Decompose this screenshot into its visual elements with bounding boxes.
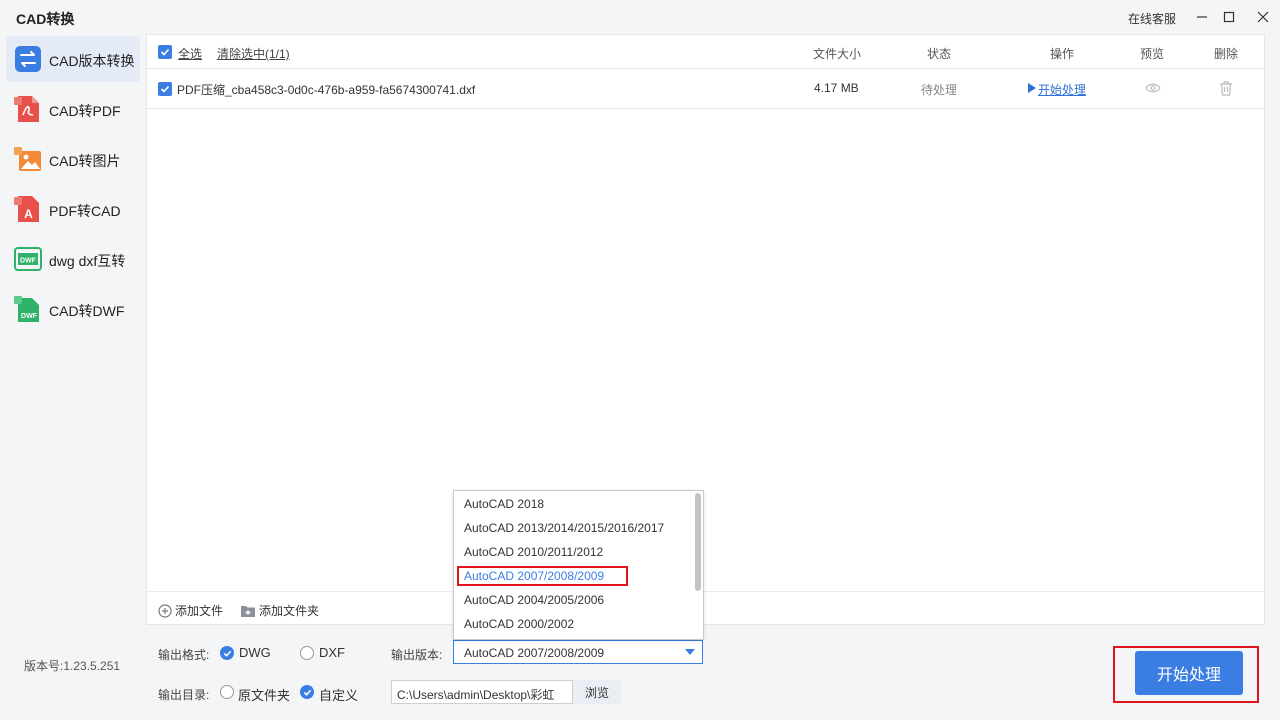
table-row: PDF压缩_cba458c3-0d0c-476b-a959-fa56743007… (147, 69, 1264, 109)
column-preview: 预览 (1140, 47, 1165, 61)
version-number: 版本号:1.23.5.251 (24, 659, 121, 673)
version-option[interactable]: AutoCAD 2013/2014/2015/2016/2017 (464, 521, 664, 535)
delete-button[interactable] (1219, 81, 1233, 99)
trash-icon (1220, 81, 1232, 96)
format-dxf-radio[interactable] (300, 646, 314, 660)
panel-footer: 添加文件 添加文件夹 (147, 591, 1264, 624)
column-action: 操作 (1050, 47, 1075, 61)
table-header: 全选 清除选中(1/1) 文件大小 状态 操作 预览 删除 (147, 35, 1264, 69)
preview-button[interactable] (1145, 82, 1161, 97)
play-icon (1028, 82, 1036, 96)
start-process-link[interactable]: 开始处理 (1038, 81, 1086, 98)
sidebar-item-dwg-dxf[interactable]: DWF dwg dxf互转 (6, 236, 140, 282)
file-size: 4.17 MB (814, 81, 859, 95)
dir-custom-radio[interactable] (300, 685, 314, 699)
add-file-label: 添加文件 (175, 604, 224, 618)
sidebar-item-label: CAD转DWF (49, 303, 125, 319)
dir-original-label[interactable]: 原文件夹 (238, 685, 290, 704)
dwg-icon: DWF (14, 247, 42, 271)
sidebar-item-label: PDF转CAD (49, 203, 121, 219)
output-dir-label: 输出目录: (158, 688, 210, 702)
online-service-link[interactable]: 在线客服 (1128, 10, 1176, 27)
sidebar-item-label: CAD转图片 (49, 153, 121, 169)
check-icon (303, 689, 311, 696)
format-dwg-radio[interactable] (220, 646, 234, 660)
sidebar-item-label: dwg dxf互转 (49, 253, 126, 269)
version-option[interactable]: AutoCAD 2004/2005/2006 (464, 593, 604, 607)
app-title: CAD转换 (16, 11, 75, 27)
sidebar-item-version-convert[interactable]: CAD版本转换 (6, 36, 140, 82)
sidebar-item-cad-to-pdf[interactable]: CAD转PDF (6, 86, 140, 132)
title-bar: CAD转换 在线客服 (0, 0, 1280, 34)
sidebar-item-cad-to-dwf[interactable]: DWF CAD转DWF (6, 286, 140, 332)
caret-down-icon (685, 649, 695, 655)
version-select[interactable]: AutoCAD 2007/2008/2009 (453, 640, 703, 664)
version-option[interactable]: AutoCAD 2018 (464, 497, 544, 511)
version-option-selected[interactable]: AutoCAD 2007/2008/2009 (464, 569, 604, 583)
add-folder-button[interactable]: 添加文件夹 (240, 602, 319, 619)
maximize-icon (1223, 11, 1235, 23)
pdf-to-cad-icon: A (14, 196, 39, 222)
add-file-button[interactable]: 添加文件 (158, 602, 223, 619)
format-dwg-label[interactable]: DWG (239, 645, 271, 660)
dwf-icon: DWF (14, 296, 39, 322)
minimize-button[interactable] (1190, 6, 1214, 28)
version-convert-icon (15, 46, 41, 72)
folder-plus-icon (241, 605, 255, 617)
sidebar-item-cad-to-image[interactable]: CAD转图片 (6, 136, 140, 182)
plus-circle-icon (158, 603, 172, 618)
app-window: CAD转换 在线客服 CAD版本转换 CAD转PDF CAD转图片 A PDF转… (0, 0, 1280, 720)
sidebar: CAD版本转换 CAD转PDF CAD转图片 A PDF转CAD DWF dwg… (0, 34, 146, 720)
column-size: 文件大小 (813, 47, 862, 61)
sidebar-item-label: CAD版本转换 (49, 53, 135, 69)
check-icon (160, 48, 170, 56)
svg-text:DWF: DWF (20, 258, 37, 265)
version-select-value: AutoCAD 2007/2008/2009 (464, 646, 605, 660)
format-dxf-label[interactable]: DXF (319, 645, 345, 660)
dir-custom-label[interactable]: 自定义 (319, 685, 358, 704)
output-version-label: 输出版本: (391, 648, 443, 662)
start-process-button[interactable]: 开始处理 (1135, 651, 1243, 695)
output-format-label: 输出格式: (158, 648, 210, 662)
version-option[interactable]: AutoCAD 2010/2011/2012 (464, 545, 603, 559)
pdf-icon (14, 96, 39, 122)
close-button[interactable] (1251, 6, 1275, 28)
row-checkbox[interactable] (158, 82, 172, 96)
output-path-field[interactable]: C:\Users\admin\Desktop\彩虹 (391, 680, 573, 704)
browse-button[interactable]: 浏览 (573, 680, 621, 704)
svg-text:A: A (24, 207, 33, 221)
image-icon (14, 147, 41, 171)
file-list-panel: 全选 清除选中(1/1) 文件大小 状态 操作 预览 删除 PDF压缩_cba4… (146, 34, 1265, 625)
add-folder-label: 添加文件夹 (259, 604, 320, 618)
check-icon (160, 85, 170, 93)
column-status: 状态 (927, 47, 952, 61)
column-delete: 删除 (1214, 47, 1239, 61)
version-option[interactable]: AutoCAD 2000/2002 (464, 617, 574, 631)
file-name: PDF压缩_cba458c3-0d0c-476b-a959-fa56743007… (177, 83, 476, 97)
maximize-button[interactable] (1217, 6, 1241, 28)
svg-text:DWF: DWF (21, 313, 38, 320)
file-status: 待处理 (921, 83, 958, 97)
dropdown-scrollbar[interactable] (695, 493, 701, 591)
sidebar-item-label: CAD转PDF (49, 103, 121, 119)
eye-icon (1145, 83, 1161, 93)
close-icon (1257, 11, 1269, 23)
minimize-icon (1197, 16, 1207, 18)
select-all-checkbox[interactable] (158, 45, 172, 59)
sidebar-item-pdf-to-cad[interactable]: A PDF转CAD (6, 186, 140, 232)
clear-selected-link[interactable]: 清除选中(1/1) (217, 45, 290, 62)
check-icon (223, 650, 231, 657)
select-all-link[interactable]: 全选 (178, 45, 202, 62)
version-dropdown: AutoCAD 2018 AutoCAD 2013/2014/2015/2016… (453, 490, 704, 640)
dir-original-radio[interactable] (220, 685, 234, 699)
